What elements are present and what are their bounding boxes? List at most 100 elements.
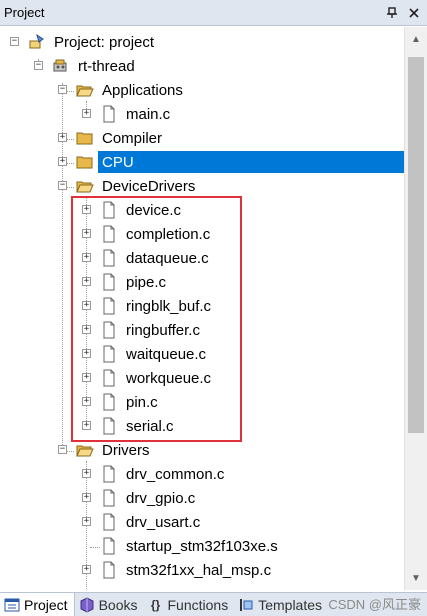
file-icon: [100, 537, 118, 555]
tree-label-root: Project: project: [54, 34, 155, 51]
file-icon: [100, 297, 118, 315]
expand-icon[interactable]: +: [82, 517, 91, 526]
folder-icon: [76, 129, 94, 147]
file-icon: [100, 417, 118, 435]
expand-icon[interactable]: +: [82, 253, 91, 262]
tree-label-devicedrivers: DeviceDrivers: [102, 178, 196, 195]
tree-label-file: drv_usart.c: [126, 514, 201, 531]
project-root-icon: [28, 33, 46, 51]
expand-icon[interactable]: +: [82, 565, 91, 574]
panel-titlebar: Project: [0, 0, 427, 26]
file-icon: [100, 273, 118, 291]
project-tree[interactable]: − Project: project − rt-thread − Applica…: [0, 27, 404, 590]
vertical-scrollbar[interactable]: ▲ ▼: [404, 27, 427, 590]
expand-icon[interactable]: +: [82, 277, 91, 286]
tree-item-file[interactable]: + stm32f1xx_hal_msp.c: [0, 559, 404, 583]
tree-item-file[interactable]: + pin.c: [0, 391, 404, 415]
tree-item-file[interactable]: + waitqueue.c: [0, 343, 404, 367]
tree-item-applications[interactable]: − Applications: [0, 79, 404, 103]
file-icon: [100, 489, 118, 507]
tab-label: Project: [24, 597, 68, 613]
expand-icon[interactable]: +: [82, 397, 91, 406]
expand-icon[interactable]: +: [82, 229, 91, 238]
file-icon: [100, 513, 118, 531]
tree-item-rt-thread[interactable]: − rt-thread: [0, 55, 404, 79]
tree-label-file: waitqueue.c: [126, 346, 207, 363]
expand-icon[interactable]: +: [58, 157, 67, 166]
tree-label-file: main.c: [126, 106, 171, 123]
tree-label-file: dataqueue.c: [126, 250, 209, 267]
folder-open-icon: [76, 177, 94, 195]
expand-icon[interactable]: +: [82, 325, 91, 334]
tree-item-drivers[interactable]: − Drivers: [0, 439, 404, 463]
tree-label-file: completion.c: [126, 226, 211, 243]
tree-item-root[interactable]: − Project: project: [0, 31, 404, 55]
tree-item-file[interactable]: + drv_gpio.c: [0, 487, 404, 511]
folder-icon: [76, 153, 94, 171]
collapse-icon[interactable]: −: [58, 85, 67, 94]
file-icon: [100, 201, 118, 219]
tab-templates[interactable]: Templates: [234, 593, 328, 616]
collapse-icon[interactable]: −: [58, 445, 67, 454]
tab-label: Functions: [167, 597, 229, 613]
tree-label-file: device.c: [126, 202, 182, 219]
tree-item-file[interactable]: + pipe.c: [0, 271, 404, 295]
tree-item-file[interactable]: + serial.c: [0, 415, 404, 439]
expand-icon[interactable]: +: [82, 469, 91, 478]
expand-icon[interactable]: +: [82, 349, 91, 358]
scrollbar-thumb[interactable]: [408, 57, 424, 433]
scroll-down-icon[interactable]: ▼: [407, 569, 425, 587]
tree-item-compiler[interactable]: + Compiler: [0, 127, 404, 151]
tab-functions[interactable]: {} Functions: [144, 593, 235, 616]
file-icon: [100, 561, 118, 579]
tree-item-file[interactable]: + drv_usart.c: [0, 511, 404, 535]
tree-label-file: workqueue.c: [126, 370, 212, 387]
expand-icon[interactable]: +: [82, 421, 91, 430]
tree-item-file[interactable]: startup_stm32f103xe.s: [0, 535, 404, 559]
tree-item-file[interactable]: + device.c: [0, 199, 404, 223]
watermark: CSDN @风正豪: [328, 597, 421, 612]
tree-item-file[interactable]: + main.c: [0, 103, 404, 127]
tree-label-file: ringblk_buf.c: [126, 298, 212, 315]
tree-label-applications: Applications: [102, 82, 183, 99]
tree-item-file[interactable]: + workqueue.c: [0, 367, 404, 391]
tree-item-file[interactable]: + dataqueue.c: [0, 247, 404, 271]
file-icon: [100, 249, 118, 267]
collapse-icon[interactable]: −: [58, 181, 67, 190]
tree-label-file: drv_gpio.c: [126, 490, 196, 507]
tree-label-file: pipe.c: [126, 274, 167, 291]
panel-title: Project: [4, 5, 45, 20]
templates-icon: [238, 597, 254, 613]
pin-icon[interactable]: [383, 4, 401, 22]
file-icon: [100, 105, 118, 123]
scroll-up-icon[interactable]: ▲: [407, 30, 425, 48]
tree-item-file[interactable]: + completion.c: [0, 223, 404, 247]
expand-icon[interactable]: +: [82, 373, 91, 382]
collapse-icon[interactable]: −: [34, 61, 43, 70]
tree-label-cpu: CPU: [102, 154, 134, 171]
project-icon: [4, 597, 20, 613]
tree-item-file[interactable]: + ringblk_buf.c: [0, 295, 404, 319]
tree-item-file[interactable]: + ringbuffer.c: [0, 319, 404, 343]
tab-project[interactable]: Project: [0, 593, 75, 616]
tree-label-file: stm32f1xx_hal_msp.c: [126, 562, 272, 579]
expand-icon[interactable]: +: [82, 205, 91, 214]
tree-label-group: rt-thread: [78, 58, 135, 75]
tab-books[interactable]: Books: [75, 593, 144, 616]
expand-icon[interactable]: +: [58, 133, 67, 142]
expand-icon[interactable]: +: [82, 493, 91, 502]
file-icon: [100, 321, 118, 339]
close-icon[interactable]: [405, 4, 423, 22]
target-icon: [52, 57, 70, 75]
expand-icon[interactable]: +: [82, 301, 91, 310]
selection-highlight: [98, 151, 404, 173]
expand-icon[interactable]: +: [82, 109, 91, 118]
tree-item-cpu[interactable]: + CPU: [0, 151, 404, 175]
tree-item-devicedrivers[interactable]: − DeviceDrivers: [0, 175, 404, 199]
tree-item-file[interactable]: + drv_common.c: [0, 463, 404, 487]
collapse-icon[interactable]: −: [10, 37, 19, 46]
tree-label-compiler: Compiler: [102, 130, 163, 147]
file-icon: [100, 369, 118, 387]
tab-label: Templates: [258, 597, 323, 613]
functions-icon: {}: [150, 598, 161, 612]
